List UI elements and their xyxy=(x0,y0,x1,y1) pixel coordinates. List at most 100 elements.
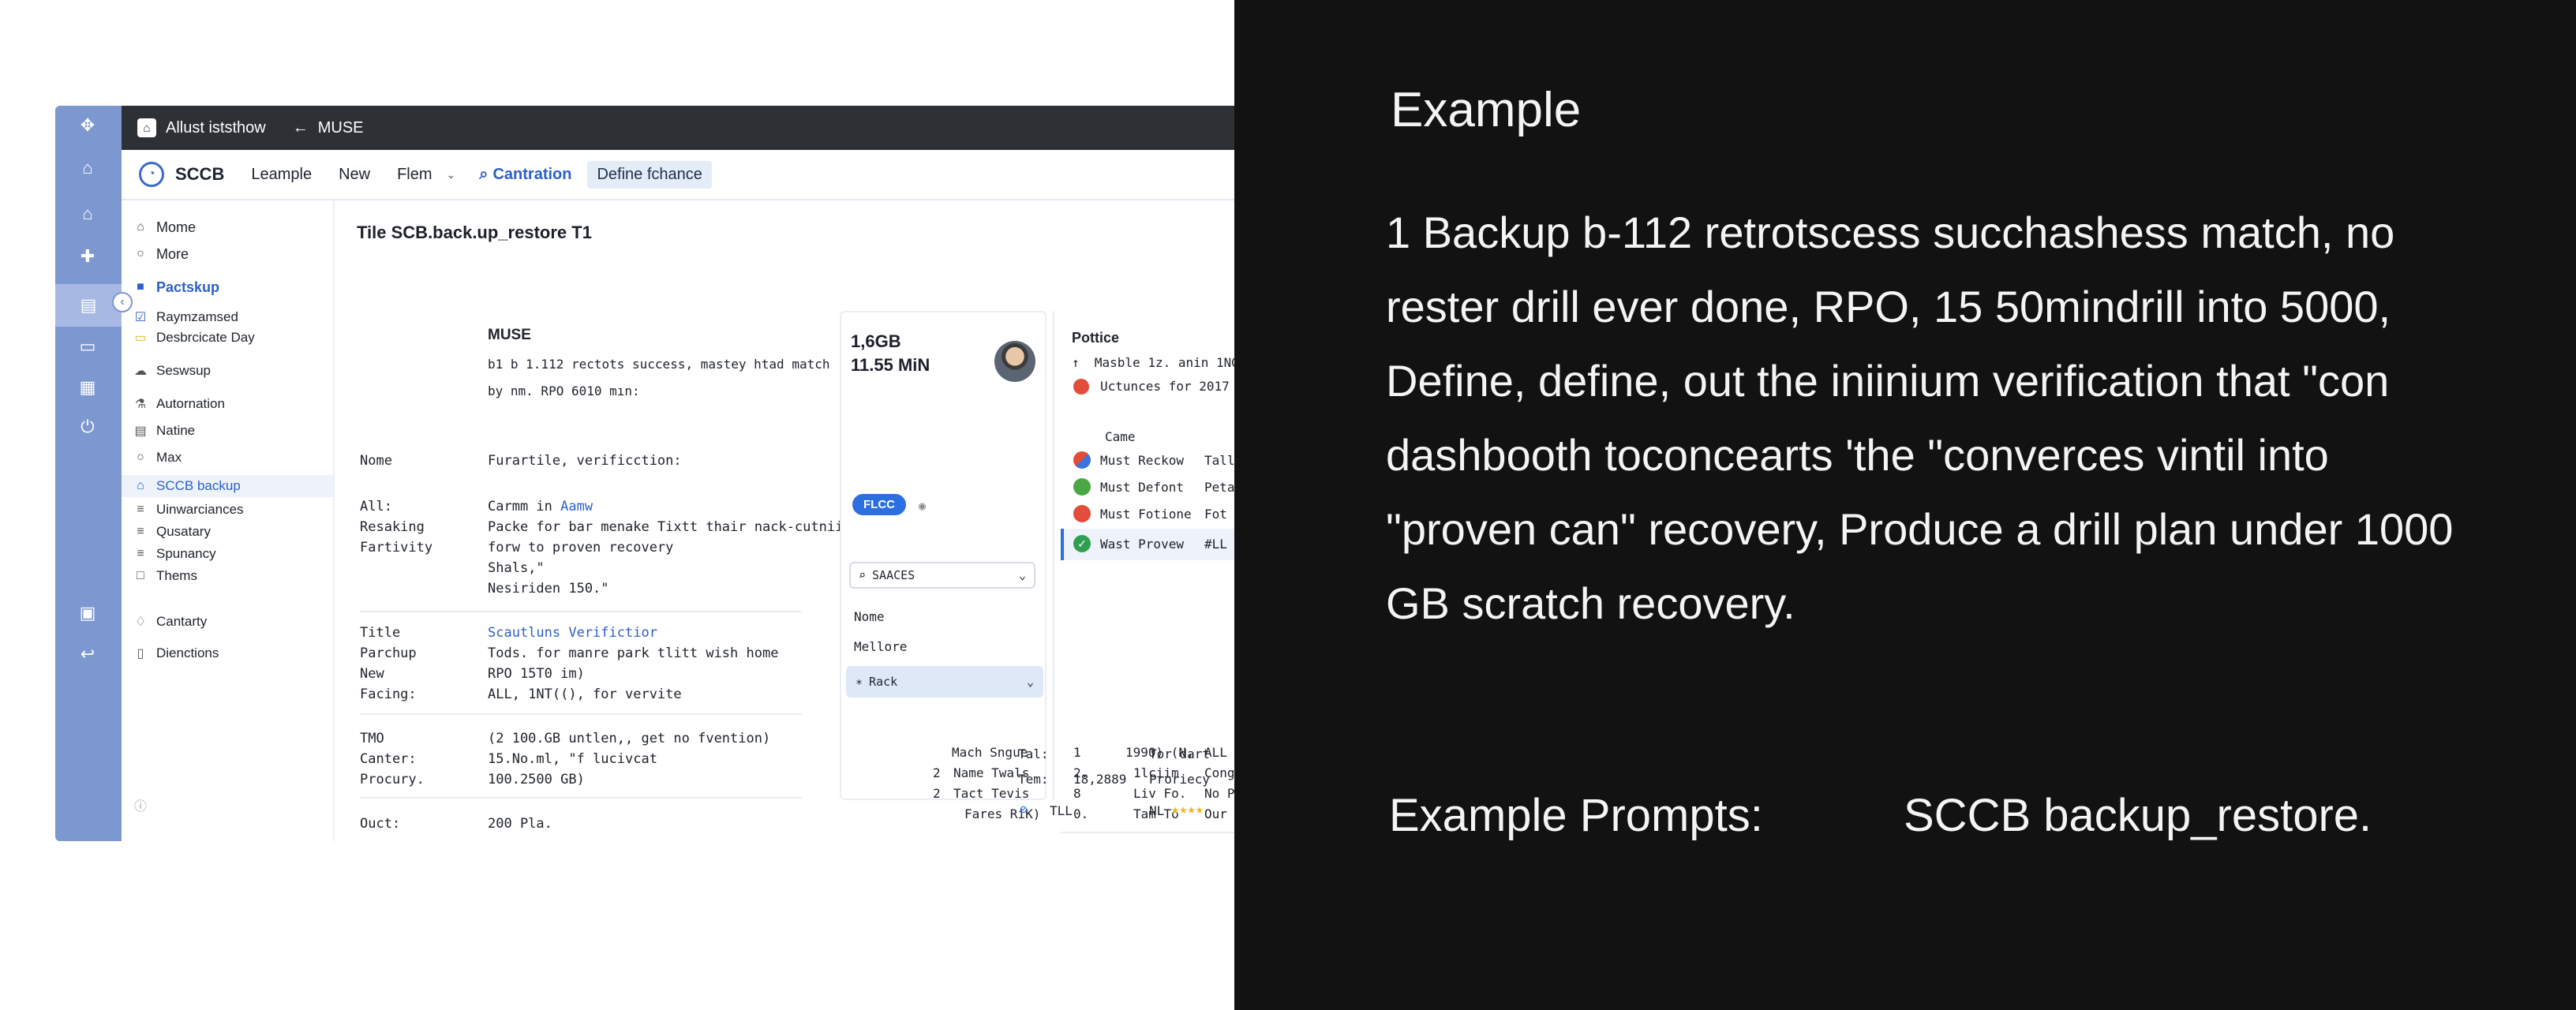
muse-line-1: b1 b 1.112 rectots success, mastey htad … xyxy=(488,357,830,372)
tab-define[interactable]: Define fchance xyxy=(587,160,712,189)
field-value: Carmm in Aamw xyxy=(488,499,593,514)
grid-cell: No PA2 xyxy=(1204,786,1234,801)
status-value: Tallt xyxy=(1204,453,1234,468)
app-home-icon[interactable]: ⌂ xyxy=(137,118,156,137)
sidebar-item-autornation[interactable]: ⚗ Autornation xyxy=(133,393,225,415)
summary-number: 18,2889 xyxy=(1073,772,1127,787)
check-circle-icon: ⊘ xyxy=(1020,802,1028,817)
window-icon[interactable]: ▭ xyxy=(76,335,99,358)
app-area: ✥ ⌂ ⌂ ✚ ▤ ‹ ▭ ▦ ⏻ ▣ ↩ ⌂ Allust iststhow … xyxy=(0,0,1234,1010)
sidebar-item-natine[interactable]: ▤ Natine xyxy=(133,420,195,442)
option-selected[interactable]: ∗ Rack ⌄ xyxy=(846,666,1043,698)
status-name[interactable]: Must Defont xyxy=(1100,480,1184,495)
puzzle-icon[interactable]: ✚ xyxy=(76,245,99,268)
nav-item-flem[interactable]: Flem xyxy=(397,166,432,184)
square-icon: ■ xyxy=(137,280,144,294)
sidebar-item-desbrcicate[interactable]: ▭ Desbrcicate Day xyxy=(133,327,255,349)
top-nav: ◔ SCCB Leample New Flem ⌄ ⌕ Cantration De… xyxy=(122,150,1234,200)
field-value-text: Carmm in xyxy=(488,499,552,514)
sidebar-item-thems[interactable]: □ Thems xyxy=(133,565,197,587)
sidebar-item-more[interactable]: ○ More xyxy=(133,243,189,265)
sidebar-item-label: Autornation xyxy=(156,396,225,411)
sidebar-item-seswsup[interactable]: ☁ Seswsup xyxy=(133,360,211,382)
status-pill[interactable]: FLCC xyxy=(852,494,906,515)
grid-cell: 0. xyxy=(1073,806,1089,821)
option-item[interactable]: Nome xyxy=(854,609,885,624)
sidebar-item-dienctions[interactable]: ▯ Dienctions xyxy=(133,642,219,664)
field-value-link[interactable]: Scautluns Verifictior xyxy=(488,625,657,641)
tab-search[interactable]: ⌕ Cantration xyxy=(479,166,571,184)
sidebar-item-label: Max xyxy=(156,450,182,465)
chevron-down-icon[interactable]: ⌄ xyxy=(447,168,456,181)
status-value: Petact" xyxy=(1204,480,1234,495)
back-arrow-icon[interactable]: ← xyxy=(293,119,309,137)
sidebar-item-max[interactable]: ○ Max xyxy=(133,447,182,469)
sidebar: ⌂ Mome ○ More ■ Pactskup ☑ Raymzamsed ▭ Desbr… xyxy=(122,200,335,841)
sidebar-item-cantarty[interactable]: ♢ Cantarty xyxy=(133,611,207,633)
sidebar-item-uinwarciances[interactable]: ≡ Uinwarciances xyxy=(133,499,244,521)
nav-item-leample[interactable]: Leample xyxy=(251,166,312,184)
doc-icon: ▤ xyxy=(134,425,147,438)
back-icon[interactable]: ↩ xyxy=(76,642,99,666)
chevron-down-icon: ⌄ xyxy=(1018,568,1026,582)
check-circle-icon: ✓ xyxy=(1073,535,1091,552)
prompts-label: Example Prompts: xyxy=(1389,790,1763,841)
status-name[interactable]: Must Reckow xyxy=(1100,453,1184,468)
sidebar-item-label: Qusatary xyxy=(156,524,211,539)
sidebar-item-label: Desbrcicate Day xyxy=(156,330,255,345)
sidebar-item-pactskup[interactable]: ■ Pactskup xyxy=(133,276,219,298)
sidebar-item-label: SCCB backup xyxy=(156,478,241,493)
grid-cell: 8 xyxy=(1073,786,1081,801)
house-icon: ⌂ xyxy=(137,479,144,492)
field-value-link[interactable]: Aamw xyxy=(560,499,593,514)
status-name[interactable]: Wast Provew xyxy=(1100,537,1184,552)
option-item[interactable]: Mellore xyxy=(854,639,907,654)
sidebar-item-spunancy[interactable]: ≡ Spunancy xyxy=(133,543,216,565)
nav-item-new[interactable]: New xyxy=(339,166,370,184)
settings-icon[interactable]: ◉ xyxy=(919,499,926,513)
sidebar-item-mome[interactable]: ⌂ Mome xyxy=(133,216,196,238)
mini-row-val: Tact Tevis xyxy=(953,786,1030,801)
sidebar-item-label: Uinwarciances xyxy=(156,502,244,517)
option-selected-label: Rack xyxy=(869,675,898,689)
info-icon: ⓘ xyxy=(133,800,147,814)
circle-icon: ○ xyxy=(137,247,144,260)
clipboard-icon[interactable]: ▣ xyxy=(76,601,99,625)
sidebar-item-qusatary[interactable]: ≡ Qusatary xyxy=(133,521,211,543)
status-dot-icon xyxy=(1073,478,1091,496)
status-name[interactable]: Must Fotione xyxy=(1100,507,1192,522)
sidebar-item-label: Thems xyxy=(156,568,197,583)
list-icon: ≡ xyxy=(137,547,144,560)
grid-icon[interactable]: ✥ xyxy=(76,114,99,137)
avatar[interactable] xyxy=(994,341,1035,382)
panel-line: ↑ Masble 1z. anin 1NG" LEB' xyxy=(1072,355,1234,370)
muse-heading: MUSE xyxy=(488,327,531,343)
storage-card xyxy=(840,311,1046,800)
status-value: Fot Tam xyxy=(1204,507,1234,522)
sidebar-item-raymzamsed[interactable]: ☑ Raymzamsed xyxy=(133,306,238,328)
mini-row-val: Fares RiK) xyxy=(964,806,1041,821)
house-icon[interactable]: ⌂ xyxy=(76,202,99,226)
home-icon[interactable]: ⌂ xyxy=(76,156,99,180)
dashboard-icon[interactable]: ▤ xyxy=(55,284,122,327)
help-icon[interactable]: ⓘ xyxy=(133,794,148,816)
sidebar-item-sccb-backup[interactable]: ⌂ SCCB backup xyxy=(122,475,333,497)
field-label: Fartivity xyxy=(360,540,433,556)
field-label: All: xyxy=(360,499,392,514)
field-value: forw to proven recovery xyxy=(488,540,674,556)
power-icon[interactable]: ⏻ xyxy=(76,415,99,439)
mini-row-num: 2 xyxy=(933,786,941,801)
calendar-icon[interactable]: ▦ xyxy=(76,376,99,399)
brand-name[interactable]: SCCB xyxy=(175,164,224,185)
field-label: Ouct: xyxy=(360,816,401,832)
breadcrumb[interactable]: MUSE xyxy=(318,119,364,137)
sidebar-item-label: Pactskup xyxy=(156,279,220,295)
source-select[interactable]: ⌕ SAACES ⌄ xyxy=(849,562,1035,589)
window-title: Allust iststhow xyxy=(166,118,266,137)
field-value: Nesiriden 150." xyxy=(488,581,609,597)
sidebar-item-label: Spunancy xyxy=(156,546,216,561)
field-value: Packe for bar menake Tixtt thair nack-cu… xyxy=(488,519,852,535)
field-label: Nome xyxy=(360,453,392,469)
field-value: Furartile, verificction: xyxy=(488,453,682,469)
muse-line-2: by nm. RPO 6010 mın: xyxy=(488,383,640,398)
